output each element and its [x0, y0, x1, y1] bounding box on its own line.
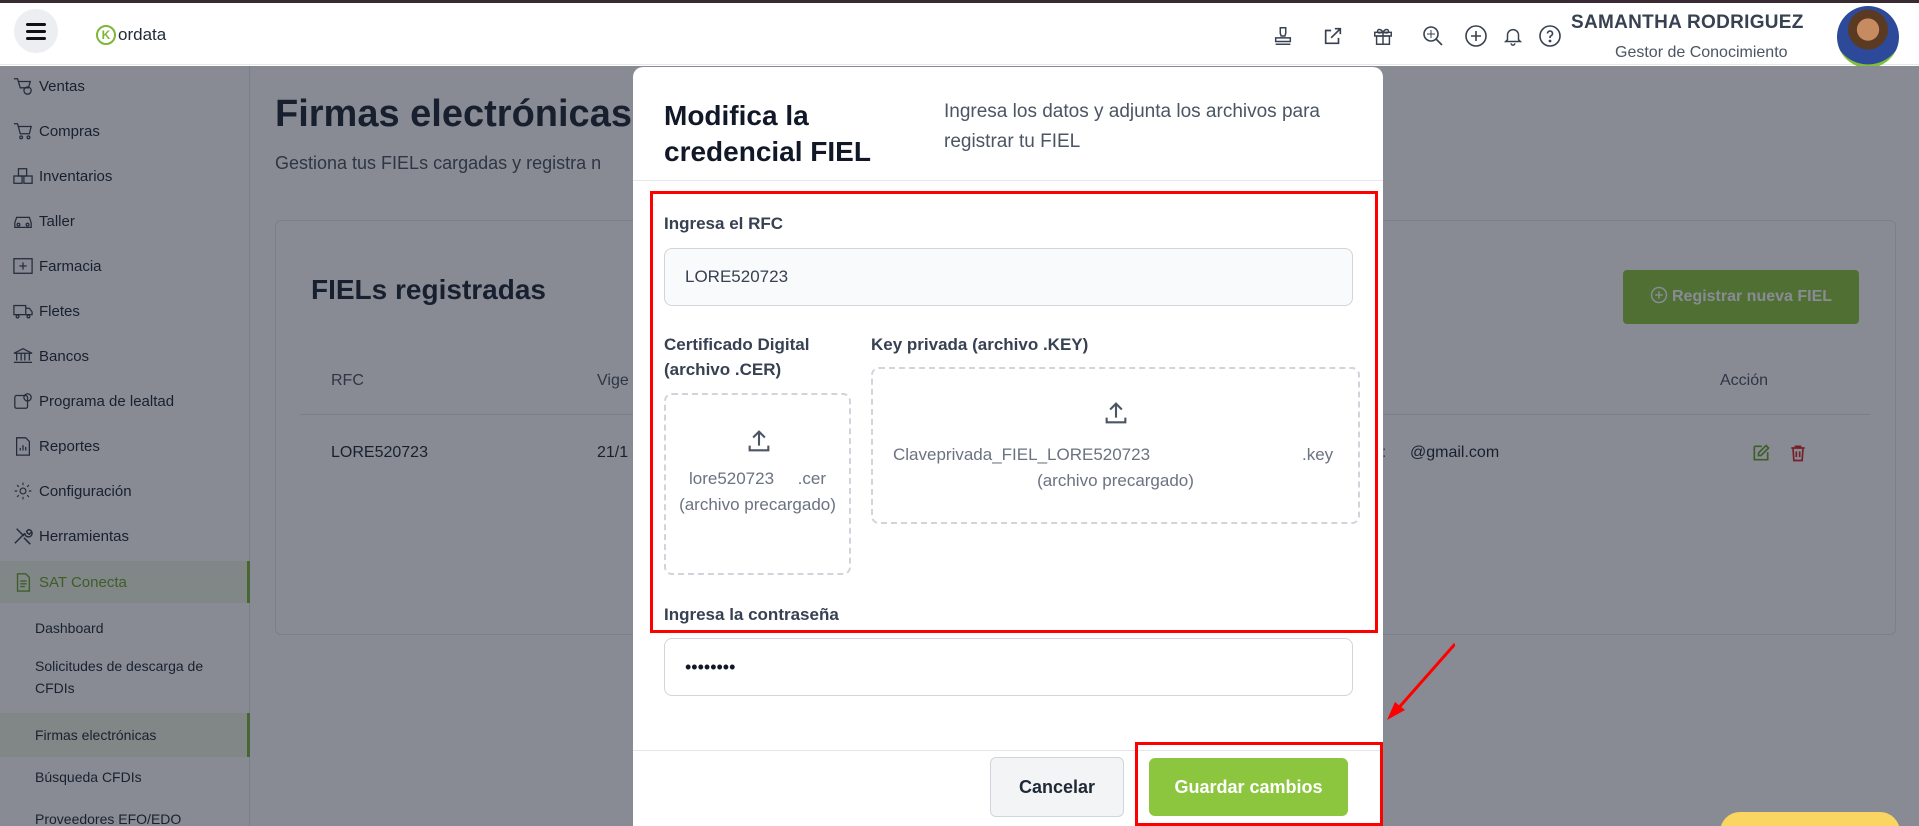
- external-link-icon[interactable]: [1320, 23, 1346, 49]
- modal-title: Modifica la credencial FIEL: [664, 100, 871, 167]
- user-role: Gestor de Conocimiento: [1615, 44, 1788, 61]
- annotation-arrow: [1387, 643, 1455, 720]
- menu-button[interactable]: [14, 9, 58, 53]
- bell-icon[interactable]: [1500, 23, 1526, 49]
- password-input-value: ••••••••: [685, 656, 736, 677]
- cancel-button[interactable]: Cancelar: [990, 757, 1124, 817]
- password-input[interactable]: ••••••••: [664, 638, 1353, 696]
- logo-text: ordata: [118, 25, 167, 44]
- stamp-icon[interactable]: [1270, 23, 1296, 49]
- highlight-box-form: [650, 191, 1378, 633]
- avatar[interactable]: [1837, 6, 1899, 68]
- top-bar: K ordata SAMANTHA RODRIGUEZ Gestor de Co…: [0, 3, 1919, 68]
- chat-widget[interactable]: [1720, 812, 1900, 826]
- logo-mark: K: [96, 25, 116, 45]
- modal-header-divider: [633, 180, 1383, 181]
- help-icon[interactable]: [1537, 23, 1563, 49]
- gift-icon[interactable]: [1370, 23, 1396, 49]
- search-zoom-icon[interactable]: [1420, 23, 1446, 49]
- app-logo[interactable]: K ordata: [96, 25, 166, 45]
- highlight-box-save: [1135, 742, 1383, 826]
- modal-description: Ingresa los datos y adjunta los archivos…: [944, 101, 1320, 152]
- user-name[interactable]: SAMANTHA RODRIGUEZ: [1571, 12, 1804, 34]
- plus-circle-icon[interactable]: [1463, 23, 1489, 49]
